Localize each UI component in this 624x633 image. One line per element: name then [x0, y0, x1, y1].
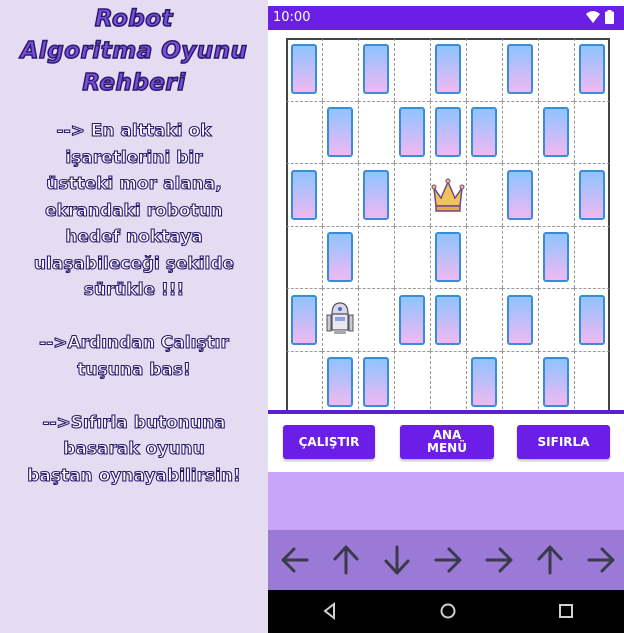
- guide-text-line: -->Ardından Çalıştır: [39, 332, 230, 353]
- obstacle-card: [543, 106, 569, 157]
- board-cell: [394, 38, 430, 101]
- guide-text-line: basarak oyunu: [63, 438, 205, 459]
- status-icons: [586, 10, 614, 24]
- arrow-up-icon[interactable]: [532, 542, 568, 578]
- arrow-up-icon[interactable]: [328, 542, 364, 578]
- board-cell: [286, 225, 322, 289]
- obstacle-card: [435, 44, 461, 95]
- run-button[interactable]: ÇALIŞTIR: [283, 425, 375, 459]
- status-time: 10:00: [273, 10, 311, 25]
- obstacle-card: [399, 294, 425, 345]
- guide-text-line: sürükle !!!: [83, 279, 185, 300]
- guide-title-line: Algoritma Oyunu: [20, 37, 248, 65]
- guide-text-line: ulaşabileceği şekilde: [33, 253, 235, 274]
- obstacle-card: [363, 169, 389, 220]
- back-nav-icon[interactable]: [320, 601, 340, 621]
- home-nav-icon[interactable]: [438, 601, 458, 621]
- arrow-left-icon[interactable]: [277, 542, 313, 578]
- obstacle-card: [291, 294, 317, 345]
- board-cell: [358, 225, 394, 289]
- board-cell: [430, 351, 466, 414]
- program-drop-area[interactable]: [268, 472, 624, 530]
- board-cell: [358, 100, 394, 164]
- obstacle-card: [579, 44, 605, 95]
- board-cell: [502, 351, 538, 414]
- obstacle-card: [507, 169, 533, 220]
- board-cell: [466, 288, 502, 351]
- obstacle-card: [435, 294, 461, 345]
- obstacle-card: [363, 44, 389, 95]
- board-cell: [502, 100, 538, 164]
- obstacle-card: [399, 106, 425, 157]
- game-board: [286, 38, 610, 414]
- board-cell: [574, 351, 610, 414]
- board-cell: [394, 225, 430, 289]
- obstacle-card: [471, 357, 497, 408]
- guide-text-line: üstteki mor alana,: [46, 173, 223, 194]
- arrow-palette: [268, 530, 624, 590]
- status-bar: 10:00: [268, 6, 624, 30]
- main-menu-label-line2: MENÜ: [427, 441, 467, 455]
- board-cell: [538, 288, 574, 351]
- obstacle-card: [435, 106, 461, 157]
- guide-panel: Robot Algoritma Oyunu Rehberi --> En alttak…: [0, 0, 268, 633]
- obstacle-card: [327, 232, 353, 283]
- obstacle-card: [579, 169, 605, 220]
- board-cell: [466, 225, 502, 289]
- obstacle-card: [327, 357, 353, 408]
- board-cell: [322, 38, 358, 101]
- board-cell: [466, 38, 502, 101]
- guide-text-line: ekrandaki robotun: [45, 200, 224, 221]
- guide-text-line: --> En alttaki ok: [56, 120, 212, 141]
- board-cell: [538, 38, 574, 101]
- board-cell: [502, 225, 538, 289]
- main-menu-button[interactable]: ANA MENÜ: [400, 425, 494, 459]
- phone-screen: 10:00 ÇALIŞTIR ANA MENÜ SIFIRLA: [268, 0, 624, 633]
- board-divider: [268, 410, 624, 414]
- board-cell: [538, 163, 574, 226]
- guide-text-line: baştan oynayabilirsin!: [27, 465, 242, 486]
- board-cell: [394, 351, 430, 414]
- obstacle-card: [543, 357, 569, 408]
- guide-text-line: -->Sıfırla butonuna: [42, 412, 226, 433]
- arrow-right-icon[interactable]: [583, 542, 619, 578]
- obstacle-card: [579, 294, 605, 345]
- arrow-down-icon[interactable]: [379, 542, 415, 578]
- obstacle-card: [507, 44, 533, 95]
- board-cell: [394, 163, 430, 226]
- guide-text-line: tuşuna bas!: [77, 359, 192, 380]
- arrow-right-icon[interactable]: [430, 542, 466, 578]
- reset-button[interactable]: SIFIRLA: [517, 425, 610, 459]
- guide-title-line: Robot: [94, 5, 174, 33]
- board-cell: [322, 163, 358, 226]
- guide-text-line: hedef noktaya: [65, 226, 203, 247]
- board-cell: [574, 100, 610, 164]
- robot-icon: [326, 302, 354, 335]
- board-cell: [286, 100, 322, 164]
- recents-nav-icon[interactable]: [556, 601, 576, 621]
- battery-icon: [605, 10, 614, 24]
- obstacle-card: [327, 106, 353, 157]
- board-cell: [358, 288, 394, 351]
- guide-title-line: Rehberi: [82, 69, 186, 97]
- navigation-bar: [268, 590, 624, 633]
- board-cell: [574, 225, 610, 289]
- obstacle-card: [435, 232, 461, 283]
- board-cell: [286, 351, 322, 414]
- obstacle-card: [543, 232, 569, 283]
- obstacle-card: [291, 169, 317, 220]
- obstacle-card: [291, 44, 317, 95]
- wifi-icon: [586, 11, 600, 23]
- obstacle-card: [363, 357, 389, 408]
- obstacle-card: [507, 294, 533, 345]
- board-cell: [466, 163, 502, 226]
- guide-text-line: işaretlerini bir: [65, 147, 203, 168]
- crown-target-icon: [431, 178, 465, 212]
- arrow-right-icon[interactable]: [481, 542, 517, 578]
- obstacle-card: [471, 106, 497, 157]
